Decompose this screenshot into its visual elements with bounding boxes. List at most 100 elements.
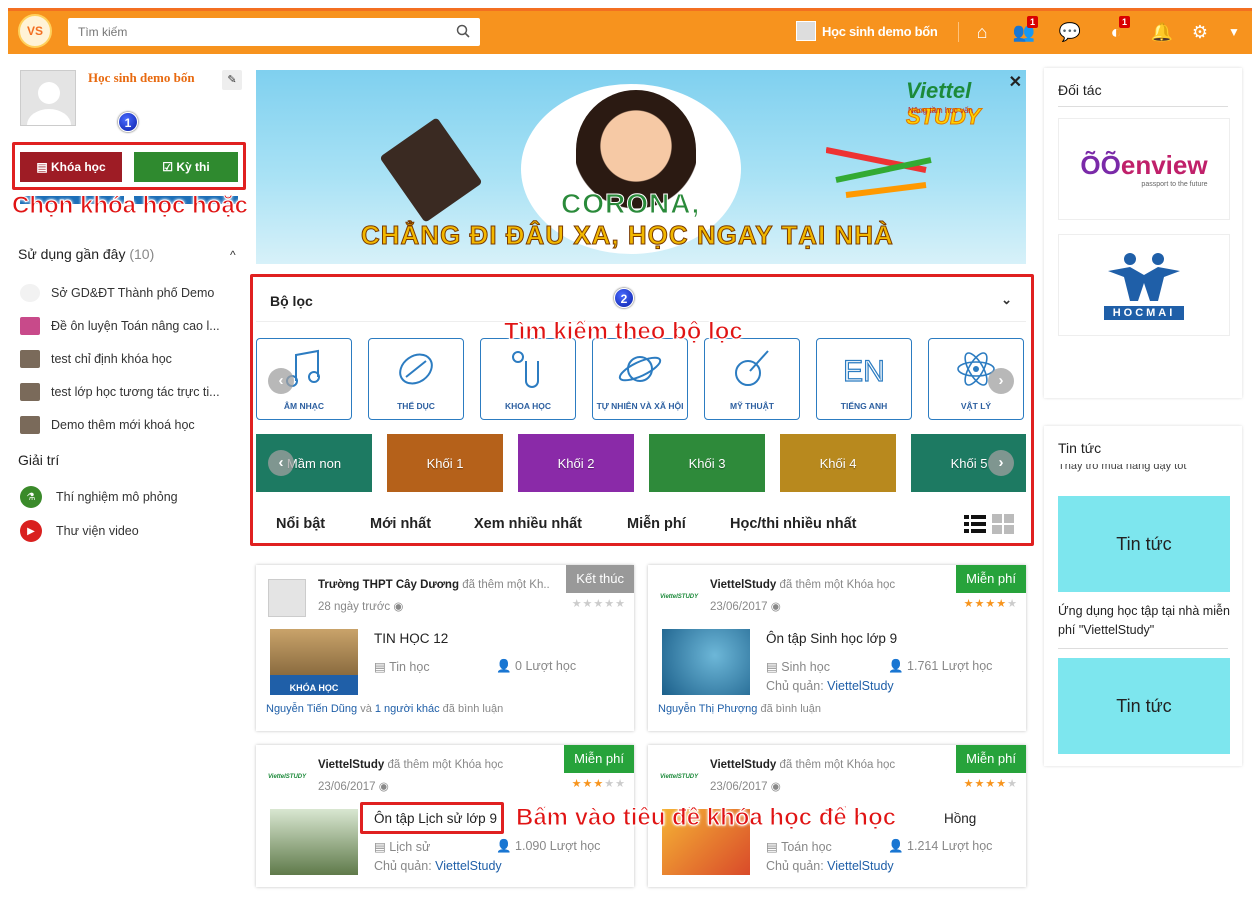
collapse-icon[interactable]: ^: [230, 248, 236, 262]
grade-next-button[interactable]: ›: [988, 450, 1014, 476]
list-view-icon[interactable]: [964, 514, 986, 534]
card-author[interactable]: ViettelStudy đã thêm một Khóa học: [710, 759, 942, 771]
annotation-filter: Tìm kiếm theo bộ lọc: [504, 318, 744, 346]
apps-icon[interactable]: ⚙: [1188, 20, 1212, 44]
grid-view-icon[interactable]: [992, 514, 1014, 534]
user-menu[interactable]: Học sinh demo bốn: [796, 21, 938, 41]
profile-avatar[interactable]: [20, 70, 76, 126]
chat-icon[interactable]: 💬: [1058, 20, 1082, 44]
bell-icon[interactable]: 🔔: [1150, 20, 1174, 44]
subject-label: TIẾNG ANH: [840, 401, 888, 411]
grade-label: Khối 1: [426, 455, 464, 471]
course-subject: ▤ Sinh học: [766, 660, 830, 674]
rating-stars: ★★★★★: [963, 598, 1018, 610]
subject-label: ÂM NHẠC: [283, 401, 325, 411]
news-cut-item[interactable]: Thầy trò mùa nắng dạy tốt: [1058, 464, 1230, 472]
card-comment[interactable]: Nguyễn Thị Phượng đã bình luận: [658, 703, 821, 715]
recent-item[interactable]: Demo thêm mới khoá học: [20, 408, 246, 441]
flask-icon: [512, 351, 539, 388]
card-author[interactable]: ViettelStudy đã thêm một Khóa học: [710, 579, 942, 591]
recent-item[interactable]: test lớp học tương tác trực ti...: [20, 375, 246, 408]
banner-line-1: CORONA,: [560, 188, 701, 220]
edit-icon[interactable]: ✎: [222, 70, 242, 90]
card-author[interactable]: ViettelStudy đã thêm một Khóa học: [318, 759, 550, 771]
grade-3[interactable]: Khối 3: [649, 434, 765, 492]
grade-prev-button[interactable]: ‹: [268, 450, 294, 476]
course-thumbnail[interactable]: [662, 629, 750, 695]
news-image-label: Tin tức: [1116, 695, 1172, 716]
annotation-click-title: Bấm vào tiêu đề khóa học để học: [515, 804, 897, 832]
course-thumbnail[interactable]: [270, 809, 358, 875]
course-thumbnail[interactable]: KHÓA HỌC: [270, 629, 358, 695]
chevron-down-icon[interactable]: ▼: [1222, 20, 1246, 44]
subject-label: VẬT LÝ: [960, 401, 992, 411]
promo-banner[interactable]: Viettel STUDY Nâng tầm học vấn ✕ CORONA,…: [256, 70, 1026, 264]
course-title[interactable]: TIN HỌC 12: [374, 631, 448, 646]
filter-header[interactable]: Bộ lọc ⌄: [256, 280, 1026, 322]
recent-item[interactable]: test chỉ định khóa học: [20, 342, 246, 375]
view-toggle: [964, 514, 1014, 534]
exams-button-label: Kỳ thi: [176, 160, 210, 174]
subject-english[interactable]: EN TIẾNG ANH: [816, 338, 912, 420]
card-time: 23/06/2017 ◉: [710, 781, 781, 793]
recent-item[interactable]: Đề ôn luyện Toán nâng cao l...: [20, 309, 246, 342]
partner-enview[interactable]: ÕÕenview passport to the future: [1058, 118, 1230, 220]
course-card[interactable]: Trường THPT Cây Dương đã thêm một Kh... …: [256, 565, 634, 731]
subject-art[interactable]: MỸ THUẬT: [704, 338, 800, 420]
grade-2[interactable]: Khối 2: [518, 434, 634, 492]
subject-label: MỸ THUẬT: [730, 401, 774, 411]
carousel-next-button[interactable]: ›: [988, 368, 1014, 394]
subject-carousel: ÂM NHẠC THỂ DỤC KHOA HỌC TỰ NHIÊN VÀ XÃ …: [256, 338, 1026, 422]
course-views: 👤 1.761 Lượt học: [888, 659, 993, 673]
search-icon[interactable]: [456, 24, 470, 38]
recent-list: Sở GD&ĐT Thành phố Demo Đề ôn luyện Toán…: [20, 276, 246, 441]
search-box[interactable]: [68, 18, 480, 46]
course-title[interactable]: Ôn tập Sinh học lớp 9: [766, 631, 897, 646]
search-input[interactable]: [68, 18, 438, 46]
step-2-marker: 2: [614, 288, 634, 308]
grade-label: Khối 4: [819, 455, 857, 471]
app-logo[interactable]: VS: [18, 14, 52, 48]
profile-name[interactable]: Học sinh demo bốn: [88, 70, 195, 86]
entertainment-item[interactable]: ▶ Thư viện video: [20, 514, 178, 548]
card-time: 28 ngày trước ◉: [318, 601, 404, 613]
card-author[interactable]: Trường THPT Cây Dương đã thêm một Kh...: [318, 579, 550, 591]
grade-1[interactable]: Khối 1: [387, 434, 503, 492]
recent-item[interactable]: Sở GD&ĐT Thành phố Demo: [20, 276, 246, 309]
tab-free[interactable]: Miễn phí: [627, 516, 686, 532]
entertainment-item[interactable]: ⚗ Thí nghiệm mô phỏng: [20, 480, 178, 514]
tab-most-learned[interactable]: Học/thi nhiều nhất: [730, 516, 856, 532]
courses-button[interactable]: ▤ Khóa học: [20, 152, 122, 182]
news-headline[interactable]: Ứng dụng học tập tại nhà miễn phí "Viett…: [1058, 602, 1234, 640]
subject-pe[interactable]: THỂ DỤC: [368, 338, 464, 420]
chevron-down-icon[interactable]: ⌄: [1001, 292, 1012, 308]
home-icon[interactable]: ⌂: [970, 20, 994, 44]
notification-count-icon[interactable]: ◐ 1: [1104, 16, 1130, 44]
close-icon[interactable]: ✕: [1009, 72, 1022, 92]
partner-hocmai[interactable]: HOCMAI: [1058, 234, 1230, 336]
subject-nature-society[interactable]: TỰ NHIÊN VÀ XÃ HỘI: [592, 338, 688, 420]
grade-4[interactable]: Khối 4: [780, 434, 896, 492]
flask-icon: ⚗: [20, 486, 42, 508]
friends-icon[interactable]: 👥 1: [1012, 16, 1038, 44]
hocmai-label: HOCMAI: [1104, 305, 1184, 320]
tab-newest[interactable]: Mới nhất: [370, 516, 431, 532]
grade-label: Khối 5: [950, 455, 988, 471]
divider: [1058, 106, 1228, 107]
edit-square-icon: ☑: [162, 160, 177, 174]
status-ribbon: Kết thúc: [554, 565, 634, 593]
top-bar: VS Học sinh demo bốn ⌂ 👥1 💬 ◐1 🔔 ⚙ ▼: [0, 0, 1252, 62]
carousel-prev-button[interactable]: ‹: [268, 368, 294, 394]
card-comment[interactable]: Nguyễn Tiến Dũng và 1 người khác đã bình…: [266, 703, 503, 715]
subject-science[interactable]: KHOA HỌC: [480, 338, 576, 420]
course-card[interactable]: ViettelSTUDY ViettelStudy đã thêm một Kh…: [648, 565, 1026, 731]
enview-logo: ÕÕenview: [1080, 150, 1208, 180]
tab-featured[interactable]: Nổi bật: [276, 516, 325, 532]
news-image[interactable]: Tin tức: [1058, 496, 1230, 592]
exams-button[interactable]: ☑ Kỳ thi: [134, 152, 238, 182]
course-title[interactable]: Hồng: [944, 811, 976, 826]
news-image[interactable]: Tin tức: [1058, 658, 1230, 754]
notebook-illustration: [379, 117, 483, 223]
tab-most-viewed[interactable]: Xem nhiều nhất: [474, 516, 582, 532]
grade-label: Mầm non: [286, 455, 342, 471]
